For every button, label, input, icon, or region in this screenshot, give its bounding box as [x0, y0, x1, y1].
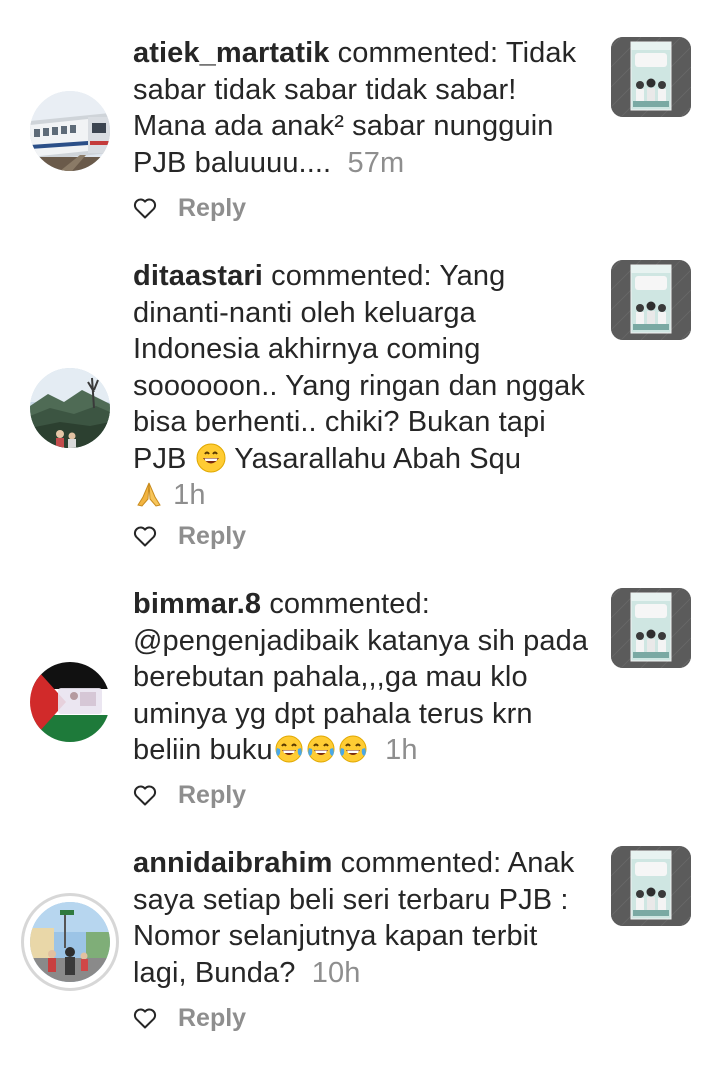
comment-username[interactable]: bimmar.8: [133, 588, 261, 620]
comment-actions: Reply: [133, 777, 246, 813]
family-street-photo: [30, 902, 110, 982]
user-avatar-story-ring[interactable]: [21, 893, 119, 991]
commented-label: commented:: [261, 588, 430, 620]
comment-actions: Reply: [133, 190, 246, 226]
tears-of-joy-emoji: [274, 734, 304, 764]
comment-timestamp: 1h: [385, 734, 418, 766]
mountain-photo: [30, 368, 110, 448]
comment-text: bimmar.8 commented: @pengenjadibaik kata…: [133, 586, 595, 769]
commented-label: commented:: [262, 260, 440, 292]
comment-text: atiek_martatik commented: Tidak sabar ti…: [133, 35, 595, 181]
heart-icon[interactable]: [133, 197, 157, 219]
comment-timestamp: 57m: [347, 146, 405, 179]
comment-body-continued: Yasarallahu Abah Squ: [226, 442, 522, 475]
book-cover-image: [611, 37, 691, 117]
heart-icon[interactable]: [133, 1007, 157, 1029]
palestine-flag: [30, 662, 110, 742]
heart-icon[interactable]: [133, 784, 157, 806]
reply-button[interactable]: Reply: [178, 1004, 246, 1033]
comment-username[interactable]: atiek_martatik: [133, 37, 329, 69]
book-cover-image: [611, 846, 691, 926]
reply-button[interactable]: Reply: [178, 194, 246, 223]
commented-label: commented:: [329, 37, 506, 69]
user-avatar[interactable]: [30, 662, 110, 742]
reply-button[interactable]: Reply: [178, 781, 246, 810]
comment-actions: Reply: [133, 518, 246, 554]
comment-text: ditaastari commented: Yang dinanti-nanti…: [133, 258, 595, 514]
book-cover-image: [611, 588, 691, 668]
heart-icon[interactable]: [133, 525, 157, 547]
comment-username[interactable]: annidaibrahim: [133, 847, 333, 879]
folded-hands-emoji: [134, 479, 164, 509]
user-avatar[interactable]: [30, 91, 110, 171]
post-thumbnail[interactable]: [611, 260, 691, 340]
train-photo: [30, 91, 110, 171]
reply-button[interactable]: Reply: [178, 522, 246, 551]
comment-actions: Reply: [133, 1000, 246, 1036]
user-avatar[interactable]: [30, 368, 110, 448]
tears-of-joy-emoji: [306, 734, 336, 764]
post-thumbnail[interactable]: [611, 588, 691, 668]
comment-timestamp: 10h: [311, 956, 361, 989]
post-thumbnail[interactable]: [611, 37, 691, 117]
comment-username[interactable]: ditaastari: [133, 260, 263, 292]
book-cover-image: [611, 260, 691, 340]
comment-text: annidaibrahim commented: Anak saya setia…: [133, 845, 595, 991]
grinning-face-emoji: [196, 443, 226, 473]
post-thumbnail[interactable]: [611, 846, 691, 926]
tears-of-joy-emoji: [338, 734, 368, 764]
commented-label: commented:: [332, 847, 508, 879]
comment-timestamp: 1h: [173, 479, 206, 511]
